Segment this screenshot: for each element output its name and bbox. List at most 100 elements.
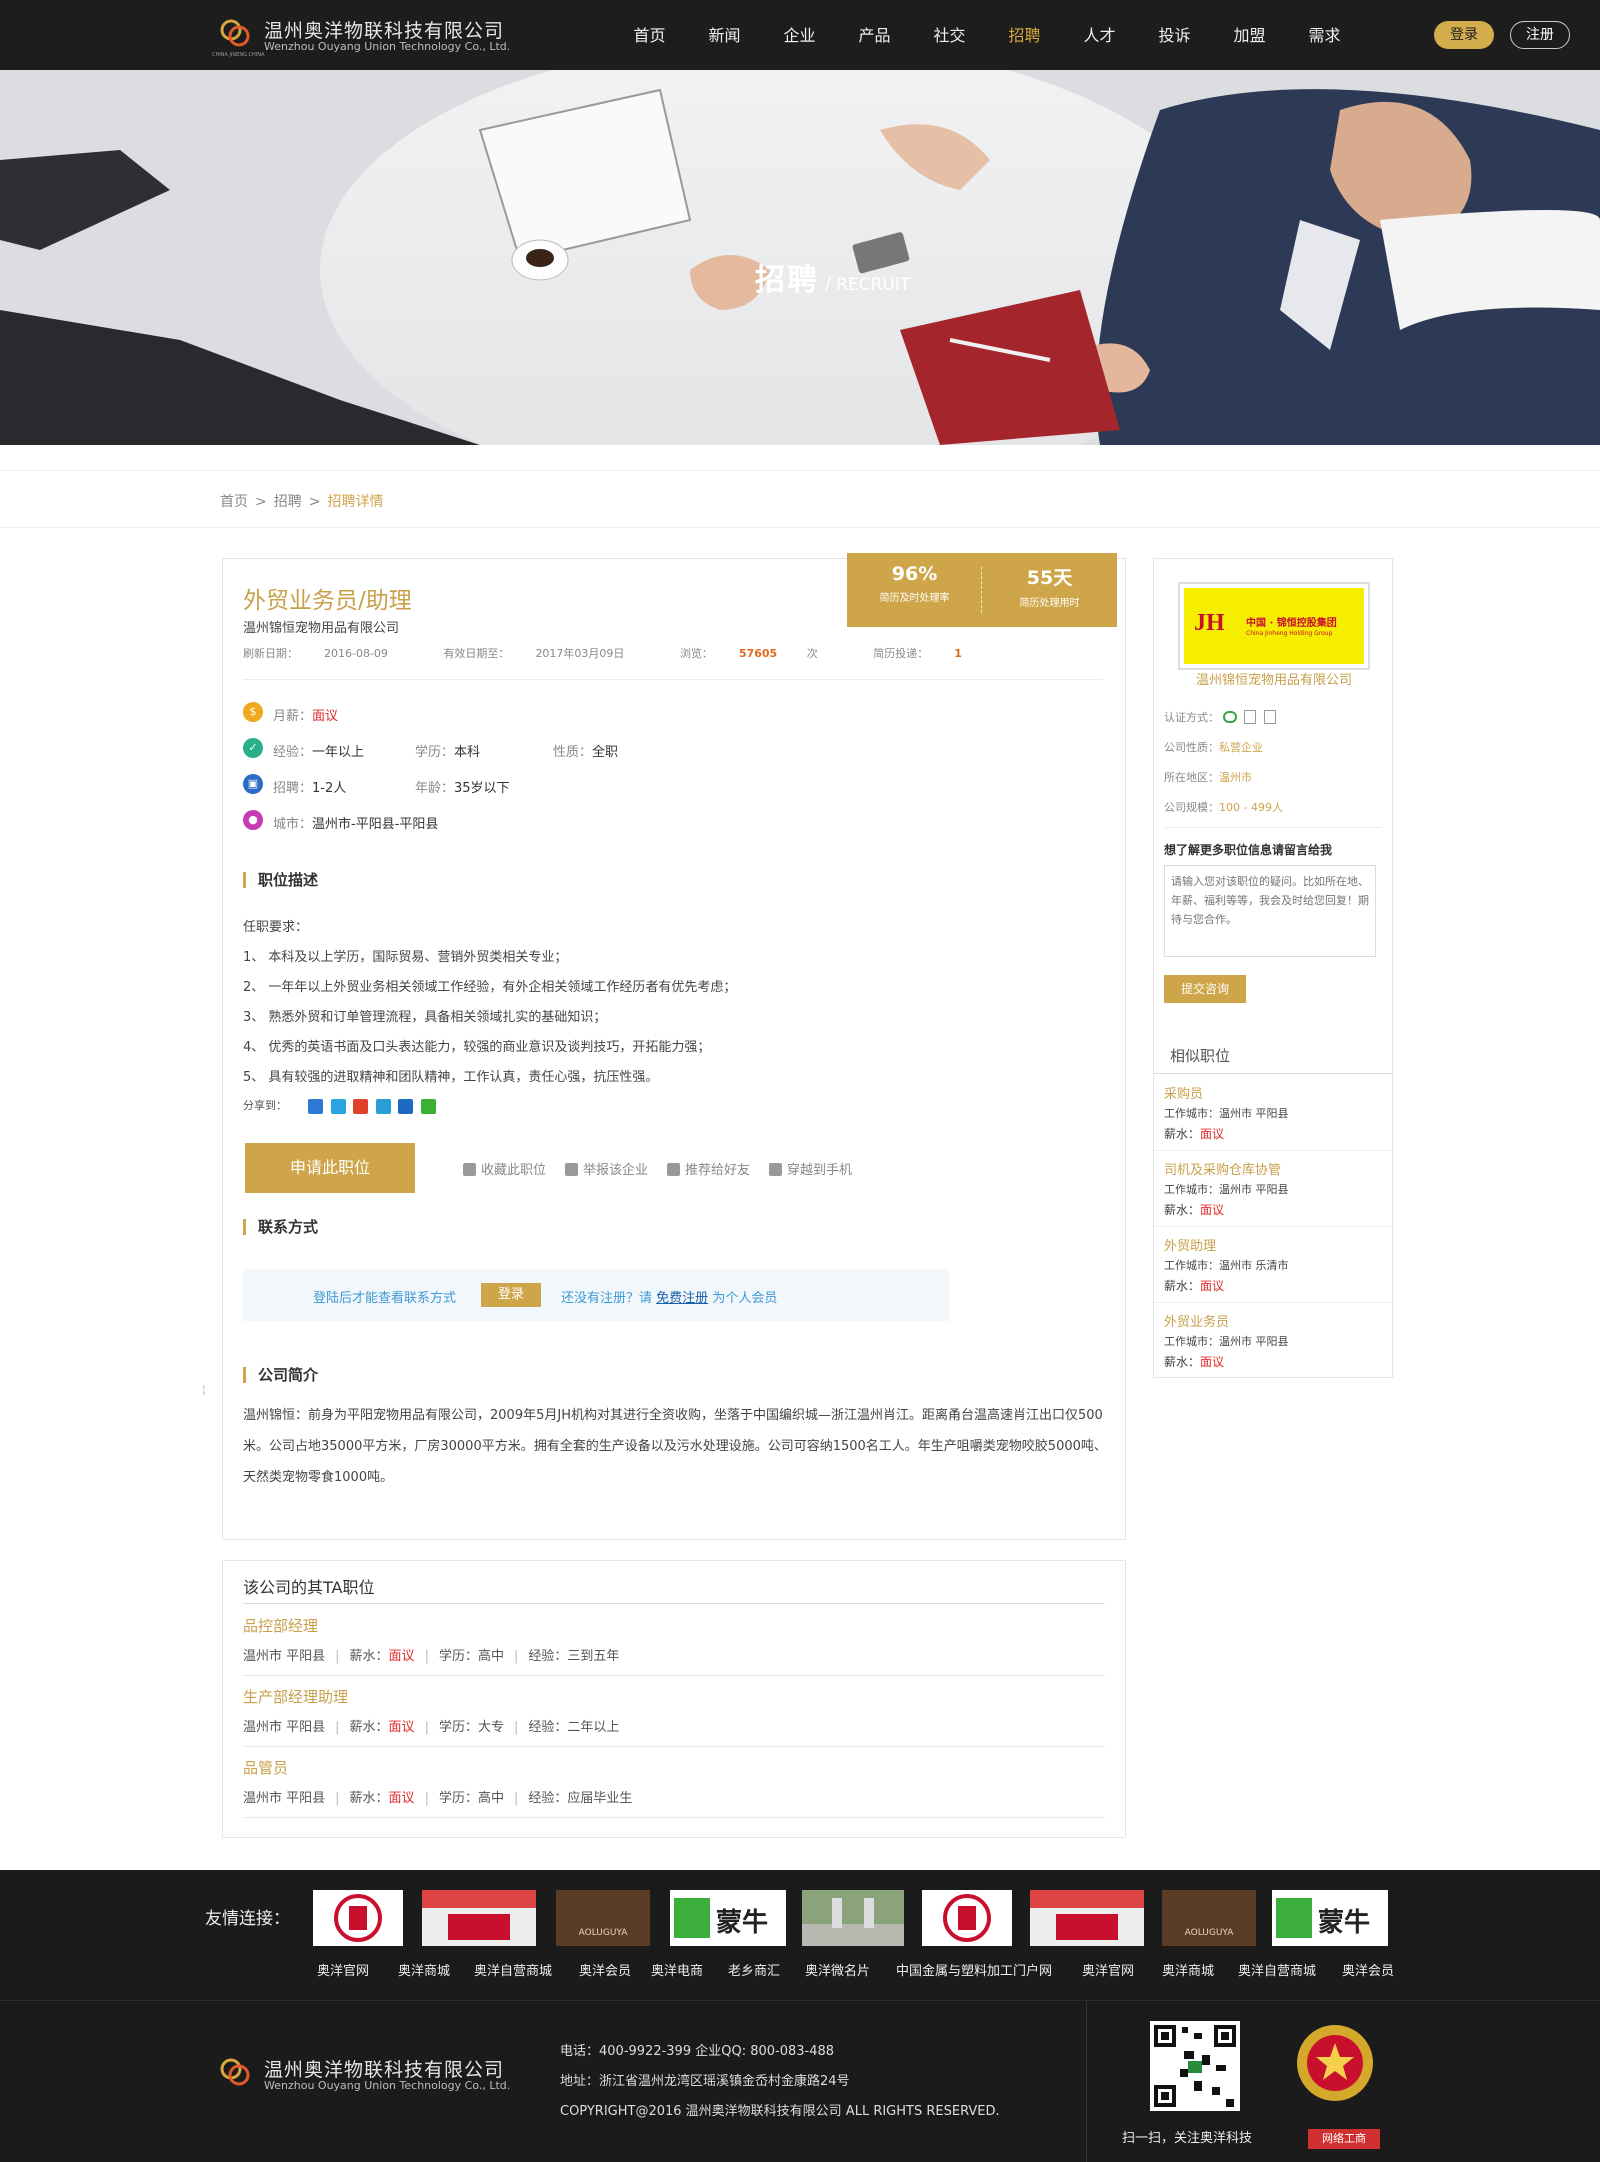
other-job-name[interactable]: 品管员 <box>243 1757 288 1778</box>
nav-social[interactable]: 社交 <box>912 0 987 70</box>
salary-value: 面议 <box>1200 1279 1225 1293</box>
job-edu: 学历：高中 <box>438 1649 504 1664</box>
contact-login-button[interactable]: 登录 <box>481 1283 541 1307</box>
recruit-banner: 招聘 / RECRUIT <box>0 70 1600 445</box>
friend-logo-mengniu[interactable]: 蒙牛 <box>1272 1890 1388 1946</box>
similar-job-name[interactable]: 外贸助理 <box>1164 1235 1216 1254</box>
send-to-phone-link[interactable]: 穿越到手机 <box>769 1159 852 1178</box>
share-renren-icon[interactable] <box>398 1098 413 1114</box>
exp-label: 经验： <box>273 745 313 760</box>
friend-logo-seal[interactable] <box>922 1890 1012 1946</box>
footer-logo[interactable]: 温州奥洋物联科技有限公司 Wenzhou Ouyang Union Techno… <box>218 2053 518 2103</box>
similar-job-item: 外贸业务员 工作城市：温州市 平阳县 薪水：面议 <box>1154 1303 1392 1379</box>
recommend-link[interactable]: 推荐给好友 <box>667 1159 750 1178</box>
similar-job-name[interactable]: 外贸业务员 <box>1164 1311 1229 1330</box>
nav-recruit[interactable]: 招聘 <box>987 0 1062 70</box>
friend-link[interactable]: 奥洋官网 <box>317 1960 369 1979</box>
logo-tiny-text: CHINA JINENG CHINA <box>212 52 265 58</box>
breadcrumb-recruit[interactable]: 招聘 <box>274 494 302 510</box>
share-sina-icon[interactable] <box>353 1098 368 1114</box>
register-button[interactable]: 注册 <box>1510 21 1570 49</box>
friend-link[interactable]: 奥洋会员 <box>1342 1960 1394 1979</box>
friend-links-label: 友情连接： <box>205 1909 290 1929</box>
salary-attr: 月薪：面议 <box>273 705 338 724</box>
inquiry-prompt: 想了解更多职位信息请留言给我 <box>1164 843 1333 857</box>
inquiry-textarea[interactable] <box>1164 865 1376 957</box>
friend-logo-aoluguya[interactable]: AOLUGUYA <box>556 1890 650 1946</box>
share-label: 分享到： <box>243 1099 287 1112</box>
applies-value: 1 <box>954 647 962 660</box>
similar-job-city: 工作城市：温州市 平阳县 <box>1164 1335 1289 1348</box>
login-button[interactable]: 登录 <box>1434 21 1494 49</box>
edu-label: 学历： <box>415 745 455 760</box>
similar-job-name[interactable]: 司机及采购仓库协管 <box>1164 1159 1281 1178</box>
salary-label: 薪水： <box>1164 1355 1201 1369</box>
friend-link[interactable]: 奥洋商城 <box>398 1960 450 1979</box>
gov-badge[interactable] <box>1292 2019 1378 2123</box>
divider <box>243 1603 1105 1604</box>
friend-link[interactable]: 奥洋自营商城 <box>474 1960 552 1979</box>
share-wechat-icon[interactable] <box>420 1098 436 1114</box>
share-weibo-t-icon[interactable] <box>330 1098 346 1114</box>
friend-link[interactable]: 奥洋商城 <box>1162 1960 1214 1979</box>
logo-group-en: China Jinheng Holding Group <box>1246 630 1333 637</box>
apply-count: 简历投递： 1 <box>873 647 988 660</box>
similar-job-name[interactable]: 采购员 <box>1164 1083 1203 1102</box>
job-company[interactable]: 温州锦恒宠物用品有限公司 <box>243 617 399 636</box>
mengniu-green-icon <box>1276 1898 1312 1938</box>
friend-link[interactable]: 中国金属与塑料加工门户网 <box>896 1960 1052 1979</box>
other-job-name[interactable]: 生产部经理助理 <box>243 1686 348 1707</box>
friend-link[interactable]: 奥洋微名片 <box>805 1960 870 1979</box>
friend-link[interactable]: 奥洋官网 <box>1082 1960 1134 1979</box>
detail-sep: | <box>513 1720 519 1735</box>
age-label: 年龄： <box>415 781 455 796</box>
submit-inquiry-button[interactable]: 提交咨询 <box>1164 975 1246 1003</box>
nav-demand[interactable]: 需求 <box>1287 0 1362 70</box>
qr-caption: 扫一扫，关注奥洋科技 <box>1122 2131 1253 2146</box>
banner-logo-icon <box>1030 1890 1144 1940</box>
job-city: 温州市 平阳县 <box>243 1720 326 1735</box>
friend-link[interactable]: 奥洋会员 <box>579 1960 631 1979</box>
other-job-detail: 温州市 平阳县 | 薪水：面议 | 学历：高中 | 经验：三到五年 <box>243 1645 619 1664</box>
contact-login-box: 登陆后才能查看联系方式 登录 还没有注册？请 免费注册 为个人会员 <box>243 1269 949 1321</box>
friend-link[interactable]: 老乡商汇 <box>728 1960 780 1979</box>
favorite-job-link[interactable]: 收藏此职位 <box>463 1159 546 1178</box>
breadcrumb-home[interactable]: 首页 <box>220 494 248 510</box>
friend-logo-aoluguya[interactable]: AOLUGUYA <box>1162 1890 1256 1946</box>
share-qzone-icon[interactable] <box>308 1098 323 1114</box>
nav-news[interactable]: 新闻 <box>687 0 762 70</box>
sidebar-company-name[interactable]: 温州锦恒宠物用品有限公司 <box>1154 669 1394 688</box>
free-register-link[interactable]: 免费注册 <box>656 1291 708 1306</box>
nav-home[interactable]: 首页 <box>612 0 687 70</box>
briefcase-icon: ▣ <box>243 774 263 794</box>
nav-enterprise[interactable]: 企业 <box>762 0 837 70</box>
nav-complaint[interactable]: 投诉 <box>1137 0 1212 70</box>
friend-logo-banner[interactable] <box>422 1890 536 1946</box>
nav-talent[interactable]: 人才 <box>1062 0 1137 70</box>
site-logo[interactable]: 温州奥洋物联科技有限公司 Wenzhou Ouyang Union Techno… <box>212 14 518 58</box>
friend-logo-seal[interactable] <box>313 1890 403 1946</box>
friend-logo-gate[interactable] <box>802 1890 904 1946</box>
nav-products[interactable]: 产品 <box>837 0 912 70</box>
other-job-name[interactable]: 品控部经理 <box>243 1615 318 1636</box>
friend-link[interactable]: 奥洋自营商城 <box>1238 1960 1316 1979</box>
section-title-description: 职位描述 <box>243 872 318 888</box>
friend-logo-banner[interactable] <box>1030 1890 1144 1946</box>
list-item: 品控部经理 温州市 平阳县 | 薪水：面议 | 学历：高中 | 经验：三到五年 <box>243 1605 1105 1676</box>
job-type-attr: 性质：全职 <box>553 741 618 760</box>
similar-job-city: 工作城市：温州市 平阳县 <box>1164 1183 1289 1196</box>
detail-sep: | <box>424 1649 429 1664</box>
star-icon <box>463 1163 476 1176</box>
similar-job-salary: 薪水：面议 <box>1164 1125 1224 1142</box>
contact-register-text: 还没有注册？请 免费注册 为个人会员 <box>561 1287 777 1306</box>
share-tqq-icon[interactable] <box>375 1098 391 1114</box>
apply-job-button[interactable]: 申请此职位 <box>245 1143 415 1193</box>
company-logo[interactable]: JH 中国 · 锦恒控股集团 China Jinheng Holding Gro… <box>1178 582 1370 670</box>
friend-link[interactable]: 奥洋电商 <box>651 1960 703 1979</box>
friend-logo-mengniu[interactable]: 蒙牛 <box>670 1890 786 1946</box>
region-row: 所在地区：温州市 <box>1164 769 1252 785</box>
detail-sep: | <box>335 1649 340 1664</box>
report-company-link[interactable]: 举报该企业 <box>565 1159 648 1178</box>
site-footer: 温州奥洋物联科技有限公司 Wenzhou Ouyang Union Techno… <box>0 2000 1600 2162</box>
nav-join[interactable]: 加盟 <box>1212 0 1287 70</box>
